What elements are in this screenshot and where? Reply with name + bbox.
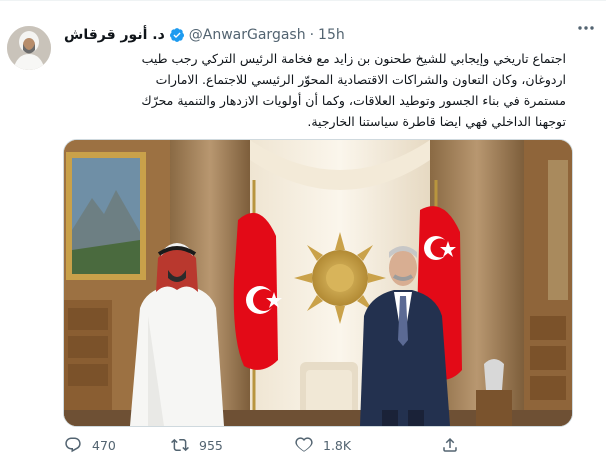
retweet-count: 955: [199, 437, 223, 453]
top-divider: [0, 0, 606, 1]
user-handle[interactable]: @AnwarGargash: [189, 27, 306, 43]
retweet-button[interactable]: 955: [171, 436, 267, 454]
tweet-header: د. أنور قرقاش @AnwarGargash · 15h: [64, 24, 558, 46]
retweet-icon: [171, 438, 189, 452]
separator-dot: ·: [309, 27, 315, 43]
tweet-timestamp[interactable]: 15h: [318, 27, 345, 43]
reply-count: 470: [92, 437, 116, 453]
like-button[interactable]: 1.8K: [295, 436, 415, 454]
tweet-text-line: مستمرة في بناء الجسور وتوطيد العلاقات، و…: [141, 93, 566, 108]
tweet-text-line: اردوغان، وكان التعاون والشراكات الاقتصاد…: [155, 72, 566, 87]
share-button[interactable]: [441, 436, 469, 454]
share-icon: [443, 437, 457, 452]
like-count: 1.8K: [323, 437, 352, 453]
like-icon: [295, 437, 313, 452]
tweet-text-line: توجهنا الداخلي فهي ايضا قاطرة سياستنا ال…: [307, 114, 566, 129]
profile-avatar[interactable]: [7, 26, 51, 70]
tweet-photo[interactable]: [63, 139, 573, 427]
reply-icon: [65, 437, 81, 453]
tweet-actions: 470 955 1.8K: [64, 432, 570, 458]
reply-button[interactable]: 470: [64, 436, 168, 454]
tweet-text-line: اجتماع تاريخي وإيجابي للشيخ طحنون بن زاي…: [141, 51, 566, 66]
tweet-text: اجتماع تاريخي وإيجابي للشيخ طحنون بن زاي…: [62, 48, 566, 132]
more-options-icon[interactable]: [574, 18, 598, 38]
display-name[interactable]: د. أنور قرقاش: [64, 27, 165, 43]
verified-badge-icon: [169, 27, 185, 43]
